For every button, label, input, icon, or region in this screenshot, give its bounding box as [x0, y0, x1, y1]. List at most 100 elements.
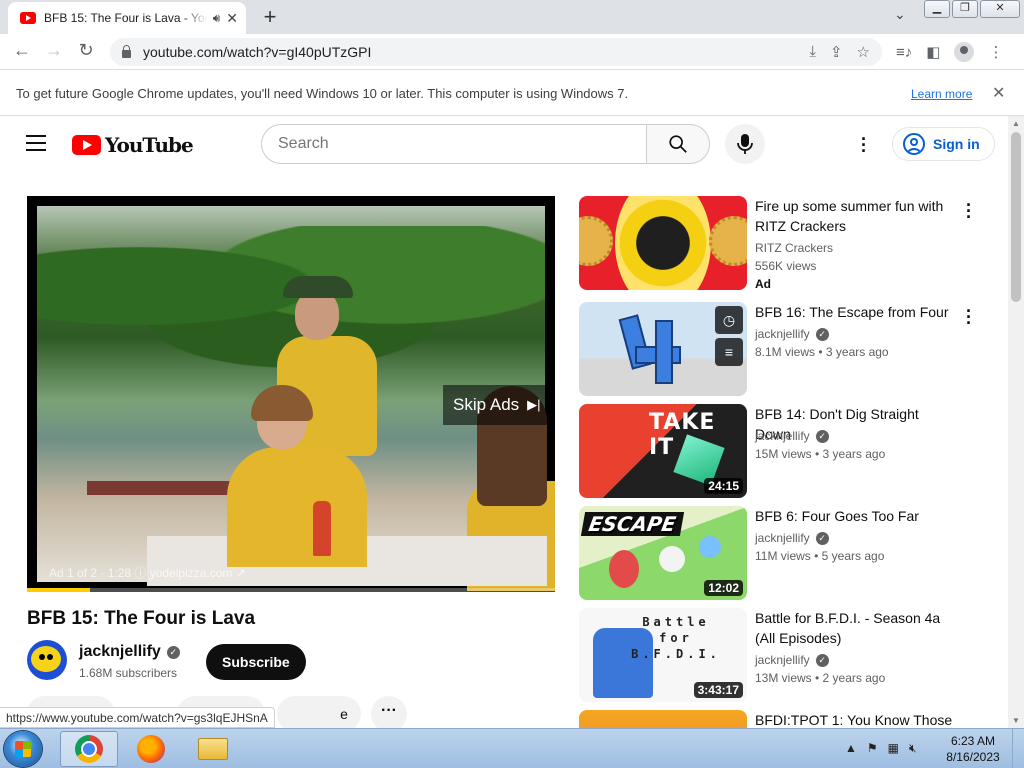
reload-icon[interactable]: ↻ — [74, 40, 98, 61]
related-video-item[interactable]: Battle for B.F.D.I. 3:43:17 Battle for B… — [579, 608, 989, 702]
windows-taskbar: ▲ ⚑ ▦ 🔇︎ 6:23 AM 8/16/2023 — [0, 728, 1024, 768]
back-arrow-icon[interactable]: ← — [10, 40, 34, 61]
scrollbar-thumb[interactable] — [1011, 132, 1021, 302]
related-title[interactable]: BFB 6: Four Goes Too Far — [755, 506, 955, 526]
related-title[interactable]: BFDI:TPOT 1: You Know Those — [755, 710, 975, 728]
subscribe-button[interactable]: Subscribe — [206, 644, 306, 680]
maximize-button[interactable]: ❐ — [952, 0, 978, 18]
show-hidden-icons-icon[interactable]: ▲ — [845, 741, 857, 756]
related-title[interactable]: Battle for B.F.D.I. - Season 4a (All Epi… — [755, 608, 955, 648]
side-panel-icon[interactable]: ◧ — [926, 43, 940, 61]
youtube-logo[interactable]: YouTube — [72, 133, 194, 157]
search-button[interactable] — [646, 124, 710, 164]
show-desktop-button[interactable] — [1012, 729, 1024, 768]
verified-check-icon: ✓ — [815, 430, 829, 443]
new-tab-button[interactable]: + — [256, 4, 284, 32]
chrome-menu-icon[interactable]: ⋮ — [988, 43, 1003, 61]
volume-muted-icon[interactable]: 🔇︎ — [909, 741, 917, 756]
action-center-flag-icon[interactable]: ⚑ — [867, 741, 878, 756]
video-duration: 3:43:17 — [693, 682, 743, 698]
lock-icon[interactable] — [122, 45, 131, 58]
guide-menu-icon[interactable] — [26, 135, 46, 156]
related-channel[interactable]: jacknjellify ✓ — [755, 429, 829, 443]
close-window-button[interactable]: ✕ — [980, 0, 1020, 18]
item-more-icon[interactable]: · · · — [961, 196, 977, 226]
item-more-icon[interactable]: · · · — [961, 302, 977, 332]
sign-in-button[interactable]: Sign in — [892, 127, 995, 161]
firefox-icon — [137, 735, 165, 763]
settings-more-icon[interactable]: · · · — [856, 130, 872, 160]
related-channel[interactable]: RITZ Crackers — [755, 241, 833, 255]
media-control-icon[interactable]: ≡♪ — [896, 44, 912, 61]
tab-search-chevron-icon[interactable]: ⌄ — [894, 6, 906, 23]
related-meta: 8.1M views • 3 years ago — [755, 345, 889, 359]
ad-progress-bar[interactable] — [27, 588, 555, 592]
thumbnail-text: Battle for B.F.D.I. — [631, 615, 721, 661]
ad-video-item[interactable]: Fire up some summer fun with RITZ Cracke… — [579, 196, 989, 291]
video-duration: 24:15 — [704, 478, 743, 494]
tab-close-icon[interactable]: ✕ — [226, 10, 238, 27]
related-meta: 15M views • 3 years ago — [755, 447, 886, 461]
infobar-close-icon[interactable]: ✕ — [992, 83, 1005, 103]
video-thumbnail[interactable] — [579, 196, 747, 290]
browser-tab-active[interactable]: BFB 15: The Four is Lava - YouTube 🔊︎ ✕ — [8, 2, 246, 34]
watch-later-clock-icon[interactable]: ◷ — [715, 306, 743, 334]
download-button[interactable]: e — [277, 696, 361, 728]
scroll-up-icon[interactable]: ▲ — [1012, 119, 1020, 128]
system-clock[interactable]: 6:23 AM 8/16/2023 — [940, 733, 1006, 765]
share-icon[interactable]: ⇪ — [830, 43, 843, 61]
ad-progress-fill — [27, 588, 91, 592]
account-circle-icon — [903, 133, 925, 155]
related-meta: 556K views — [755, 259, 817, 273]
voice-search-button[interactable] — [725, 124, 765, 164]
skip-ads-label: Skip Ads — [453, 395, 520, 414]
verified-check-icon: ✓ — [166, 646, 180, 659]
related-video-item[interactable]: ESCAPE 12:02 BFB 6: Four Goes Too Far ja… — [579, 506, 989, 600]
video-thumbnail[interactable]: Battle for B.F.D.I. 3:43:17 — [579, 608, 747, 702]
clock-date: 8/16/2023 — [946, 750, 1000, 764]
related-channel[interactable]: jacknjellify ✓ — [755, 531, 829, 545]
video-title: BFB 15: The Four is Lava — [27, 608, 256, 629]
related-channel[interactable]: jacknjellify ✓ — [755, 653, 829, 667]
profile-avatar-icon[interactable] — [954, 42, 975, 62]
youtube-wordmark: YouTube — [105, 133, 194, 157]
related-title[interactable]: Fire up some summer fun with RITZ Cracke… — [755, 196, 955, 236]
page-scrollbar[interactable]: ▲ ▼ — [1008, 116, 1024, 728]
start-button[interactable] — [4, 731, 42, 767]
ad-badge: Ad — [755, 277, 771, 291]
bookmark-star-icon[interactable]: ☆ — [857, 43, 870, 61]
video-thumbnail[interactable] — [579, 710, 747, 728]
ad-info-text[interactable]: Ad 1 of 2 · 1:28 ⓘ yodelpizza.com ↗ — [49, 564, 246, 581]
forward-arrow-icon[interactable]: → — [42, 40, 66, 61]
related-video-item[interactable]: ◷ ≡ BFB 16: The Escape from Four jacknje… — [579, 302, 989, 396]
subscriber-count: 1.68M subscribers — [79, 666, 178, 680]
install-app-icon[interactable]: ⤓ — [809, 43, 816, 61]
system-tray: ▲ ⚑ ▦ 🔇︎ — [845, 741, 917, 756]
verified-check-icon: ✓ — [815, 532, 829, 545]
search-input[interactable] — [261, 124, 647, 164]
taskbar-explorer[interactable] — [184, 731, 242, 767]
add-to-queue-icon[interactable]: ≡ — [715, 338, 743, 366]
channel-name[interactable]: jacknjellify ✓ — [79, 643, 180, 661]
address-bar[interactable]: youtube.com/watch?v=gI40pUTzGPI ⤓ ⇪ ☆ — [110, 38, 882, 66]
minimize-button[interactable]: ▁ — [924, 0, 950, 18]
taskbar-chrome[interactable] — [60, 731, 118, 767]
channel-avatar[interactable] — [27, 640, 67, 680]
video-thumbnail[interactable]: ESCAPE 12:02 — [579, 506, 747, 600]
network-icon[interactable]: ▦ — [888, 741, 899, 756]
related-channel[interactable]: jacknjellify ✓ — [755, 327, 829, 341]
video-thumbnail[interactable]: TAKE IT 24:15 — [579, 404, 747, 498]
related-video-item[interactable]: TAKE IT 24:15 BFB 14: Don't Dig Straight… — [579, 404, 989, 498]
related-title[interactable]: BFB 16: The Escape from Four — [755, 302, 955, 322]
learn-more-link[interactable]: Learn more — [911, 87, 972, 101]
scroll-down-icon[interactable]: ▼ — [1012, 716, 1020, 725]
skip-ads-button[interactable]: Skip Ads ▶︎| — [443, 385, 555, 425]
tab-strip: BFB 15: The Four is Lava - YouTube 🔊︎ ✕ … — [0, 0, 1024, 34]
video-thumbnail[interactable]: ◷ ≡ — [579, 302, 747, 396]
taskbar-firefox[interactable] — [122, 731, 180, 767]
audio-playing-icon[interactable]: 🔊︎ — [213, 11, 221, 26]
masthead: YouTube ··· Sign in — [0, 116, 1008, 172]
search-icon — [669, 135, 687, 153]
more-actions-button[interactable]: ··· — [371, 696, 407, 728]
related-video-item[interactable]: BFDI:TPOT 1: You Know Those — [579, 710, 989, 728]
